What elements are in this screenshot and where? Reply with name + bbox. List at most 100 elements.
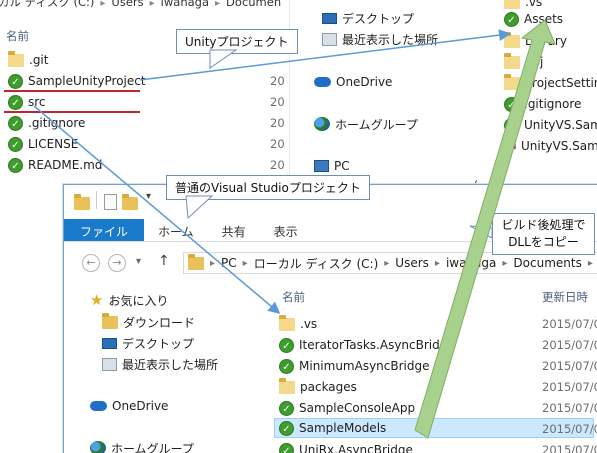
column-header-name[interactable]: 名前 (282, 289, 305, 305)
file-row[interactable]: ✓ IteratorTasks.AsyncBridge (279, 335, 455, 355)
folder-icon (279, 314, 295, 331)
desktop-icon (102, 337, 117, 349)
forward-arrow-icon[interactable]: → (108, 254, 126, 272)
file-row[interactable]: ✓ SampleConsoleApp (279, 398, 415, 418)
nav-item-desktop[interactable]: デスクトップ (322, 8, 414, 28)
folder-icon (504, 73, 520, 90)
downloads-icon (102, 312, 118, 329)
folder-icon (279, 377, 295, 394)
properties-icon[interactable] (104, 194, 117, 210)
sync-check-icon: ✓ (279, 420, 294, 436)
breadcrumb-item[interactable]: PC (221, 256, 237, 270)
list-item[interactable]: ✓ Assets (504, 9, 563, 29)
nav-item-downloads[interactable]: ダウンロード (102, 312, 195, 332)
underline-src (4, 111, 140, 113)
list-item[interactable]: ✓ LICENSE (8, 134, 78, 154)
nav-item-recent[interactable]: 最近表示した場所 (322, 29, 438, 49)
breadcrumb-item[interactable]: ローカル ディスク (C:) (254, 255, 379, 272)
sync-check-icon: ✓ (279, 337, 294, 353)
date-cell: 20 (270, 74, 285, 88)
date-cell: 20 (270, 158, 285, 172)
breadcrumb-item[interactable]: iwanaga (446, 256, 496, 270)
list-item[interactable]: ✓ .gitignore (8, 113, 85, 133)
nav-item-homegroup[interactable]: ホームグループ (314, 114, 418, 134)
onedrive-icon (314, 77, 331, 87)
list-item[interactable]: ✓ UnityVS.Sam (504, 115, 597, 135)
breadcrumb-item[interactable]: Documents (513, 256, 581, 270)
sync-check-icon: ✓ (279, 400, 294, 416)
sync-check-icon: ✓ (504, 117, 519, 133)
list-item[interactable]: ProjectSettin (504, 73, 597, 93)
list-item[interactable]: obj (504, 52, 543, 72)
nav-item-recent[interactable]: 最近表示した場所 (102, 354, 218, 374)
callout-vs-project: 普通のVisual Studioプロジェクト (166, 175, 370, 200)
folder-icon (504, 0, 520, 9)
divider (96, 191, 97, 209)
list-item[interactable]: ✓ README.md (8, 155, 102, 175)
list-item[interactable]: ⋈ UnityVS.Sam (504, 136, 597, 156)
sync-check-icon: ✓ (279, 358, 294, 374)
tab-file[interactable]: ファイル (64, 219, 145, 241)
underline-sample-unity-project (4, 90, 140, 92)
homegroup-icon (314, 117, 330, 131)
date-cell: 20 (270, 116, 285, 130)
address-fragment: カル ディスク (C:) ▸ Users ▸ iwanaga ▸ Documen (0, 0, 282, 9)
nav-item-homegroup[interactable]: ホームグループ (90, 438, 194, 453)
nav-item-pc[interactable]: PC (314, 156, 350, 176)
nav-item-onedrive[interactable]: OneDrive (314, 72, 392, 92)
date-cell: 2015/07/0 (542, 359, 597, 373)
folder-icon (74, 194, 90, 210)
sync-check-icon: ✓ (8, 73, 23, 89)
recent-places-icon (322, 32, 337, 46)
list-item[interactable]: ✓ src (8, 92, 46, 112)
nav-item-favorites[interactable]: ★ お気に入り (90, 290, 168, 310)
sync-check-icon: ✓ (504, 96, 519, 112)
up-arrow-icon[interactable]: ↑ (158, 253, 170, 269)
back-arrow-icon[interactable]: ← (82, 254, 100, 272)
sync-check-icon: ✓ (504, 11, 519, 27)
column-header-date[interactable]: 更新日時 (542, 289, 588, 305)
chevron-right-icon[interactable]: ▸ (243, 258, 248, 269)
list-item[interactable]: .git (8, 50, 48, 70)
tab-home[interactable]: ホーム (144, 219, 208, 241)
file-row[interactable]: packages (279, 377, 357, 397)
file-row[interactable]: ✓ MinimumAsyncBridge (279, 356, 430, 376)
chevron-right-icon[interactable]: ▸ (588, 258, 593, 269)
folder-icon (504, 52, 520, 69)
chevron-right-icon[interactable]: ▸ (210, 258, 215, 269)
sync-check-icon: ✓ (279, 442, 294, 453)
explorer-window-nav: デスクトップ 最近表示した場所 OneDrive ホームグループ PC nego… (290, 0, 500, 188)
recent-places-icon (102, 357, 117, 371)
list-item[interactable]: ✓ .gitignore (504, 94, 581, 114)
chevron-down-icon[interactable]: ▾ (146, 191, 151, 202)
onedrive-icon (90, 401, 107, 411)
folder-icon (504, 31, 520, 48)
file-row[interactable]: .vs (279, 314, 317, 334)
breadcrumb-item[interactable]: Users (395, 256, 429, 270)
date-cell: 2015/07/0 (542, 338, 597, 352)
nav-item-desktop[interactable]: デスクトップ (102, 333, 194, 353)
column-header-name[interactable]: 名前 (6, 28, 29, 44)
nav-item-onedrive[interactable]: OneDrive (90, 396, 168, 416)
address-bar[interactable]: ▸ PC ▸ ローカル ディスク (C:) ▸ Users ▸ iwanaga … (183, 252, 597, 274)
recent-locations-chevron-icon[interactable]: ▾ (136, 256, 141, 267)
date-cell: 20 (270, 95, 285, 109)
explorer-window-unity-project: .vs ✓ Assets Library obj ProjectSettin ✓… (500, 0, 597, 188)
tab-view[interactable]: 表示 (260, 219, 312, 241)
date-cell: 2015/07/0 (542, 317, 597, 331)
vs-solution-icon: ⋈ (504, 138, 517, 153)
list-item[interactable]: Library (504, 31, 567, 51)
chevron-right-icon[interactable]: ▸ (502, 258, 507, 269)
chevron-right-icon[interactable]: ▸ (384, 258, 389, 269)
folder-icon (188, 253, 204, 270)
chevron-right-icon[interactable]: ▸ (435, 258, 440, 269)
tab-share[interactable]: 共有 (208, 219, 260, 241)
favorites-star-icon: ★ (90, 290, 104, 309)
new-folder-icon[interactable] (122, 194, 138, 210)
callout-post-build: ビルド後処理で DLLをコピー (492, 213, 595, 255)
sync-check-icon: ✓ (8, 136, 23, 152)
list-item[interactable]: ✓ SampleUnityProject (8, 71, 146, 91)
file-row[interactable]: ✓ UniRx.AsyncBridge (279, 440, 413, 453)
desktop-icon (322, 12, 337, 24)
date-cell: 2015/07/0 (542, 380, 597, 394)
